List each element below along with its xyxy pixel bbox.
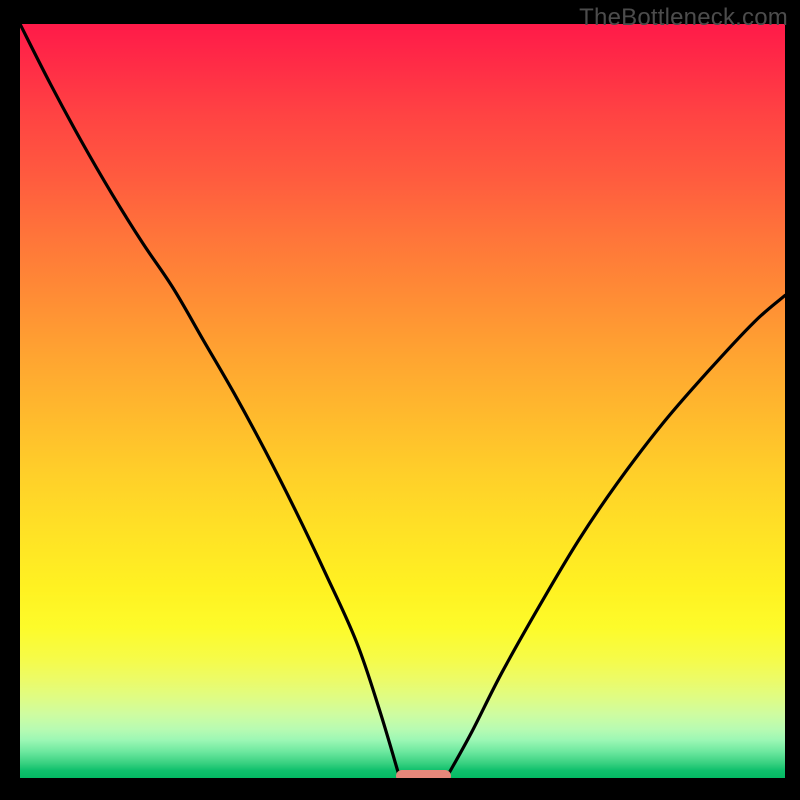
chart-frame: TheBottleneck.com bbox=[0, 0, 800, 800]
watermark-text: TheBottleneck.com bbox=[579, 4, 788, 32]
bottom-pill-marker bbox=[396, 770, 451, 778]
left-branch-curve bbox=[20, 24, 399, 774]
curve-svg bbox=[20, 24, 785, 778]
plot-area bbox=[20, 24, 785, 778]
right-branch-curve bbox=[448, 295, 785, 774]
